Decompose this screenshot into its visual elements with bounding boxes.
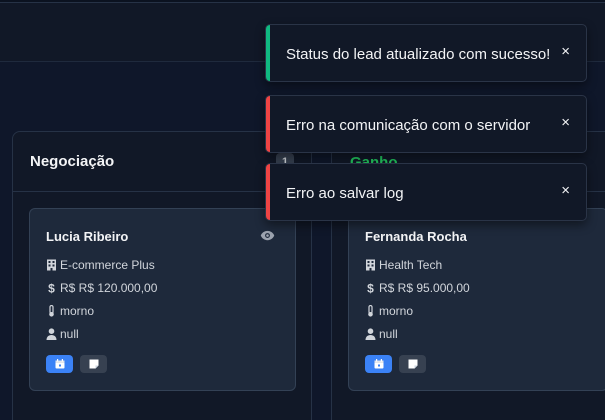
notes-button[interactable]: [80, 355, 107, 373]
thermometer-icon: [49, 305, 54, 317]
user-icon: [46, 328, 57, 340]
lead-company-text: Health Tech: [379, 258, 443, 272]
lead-temperature-text: morno: [60, 304, 95, 318]
user-icon: [365, 328, 376, 340]
lead-company: Health Tech: [365, 258, 442, 272]
card-actions: [46, 355, 107, 373]
toast-close-button[interactable]: ×: [561, 43, 570, 61]
toast-error: Erro na comunicação com o servidor ×: [265, 95, 587, 153]
lead-card[interactable]: Lucia Ribeiro E-commerce Plus $ R$ R$ 12…: [29, 208, 296, 391]
lead-temperature: morno: [365, 304, 413, 318]
toast-close-button[interactable]: ×: [561, 182, 570, 200]
calendar-icon: [374, 359, 383, 369]
schedule-button[interactable]: [365, 355, 392, 373]
lead-temperature-text: morno: [379, 304, 414, 318]
lead-owner-text: null: [60, 327, 79, 341]
lead-card[interactable]: Fernanda Rocha Health Tech $ R$ R$ 95.00…: [348, 208, 605, 391]
lead-company-text: E-commerce Plus: [60, 258, 155, 272]
svg-text:$: $: [367, 282, 374, 294]
navbar-divider: [0, 0, 605, 3]
lead-owner-text: null: [379, 327, 398, 341]
notes-button[interactable]: [399, 355, 426, 373]
lead-value-text: R$ R$ 120.000,00: [60, 281, 158, 295]
svg-text:$: $: [48, 282, 55, 294]
lead-owner: null: [46, 327, 79, 341]
lead-value: $ R$ R$ 95.000,00: [365, 281, 470, 295]
thermometer-icon: [368, 305, 373, 317]
eye-icon[interactable]: [260, 229, 275, 242]
lead-name: Lucia Ribeiro: [46, 229, 129, 244]
lead-company: E-commerce Plus: [46, 258, 155, 272]
calendar-icon: [55, 359, 64, 369]
schedule-button[interactable]: [46, 355, 73, 373]
lead-owner: null: [365, 327, 398, 341]
lead-temperature: morno: [46, 304, 94, 318]
column-title: Negociação: [30, 153, 115, 170]
dollar-icon: $: [48, 282, 55, 294]
lead-value-text: R$ R$ 95.000,00: [379, 281, 470, 295]
lead-value: $ R$ R$ 120.000,00: [46, 281, 157, 295]
note-icon: [408, 359, 417, 369]
note-icon: [89, 359, 98, 369]
toast-message: Erro ao salvar log: [286, 185, 404, 202]
dollar-icon: $: [367, 282, 374, 294]
toast-message: Status do lead atualizado com sucesso!: [286, 46, 551, 63]
building-icon: [47, 259, 56, 271]
toast-error: Erro ao salvar log ×: [265, 163, 587, 221]
lead-name: Fernanda Rocha: [365, 229, 467, 244]
building-icon: [366, 259, 375, 271]
card-actions: [365, 355, 426, 373]
toast-close-button[interactable]: ×: [561, 114, 570, 132]
toast-success: Status do lead atualizado com sucesso! ×: [265, 24, 587, 82]
toast-message: Erro na comunicação com o servidor: [286, 117, 531, 134]
